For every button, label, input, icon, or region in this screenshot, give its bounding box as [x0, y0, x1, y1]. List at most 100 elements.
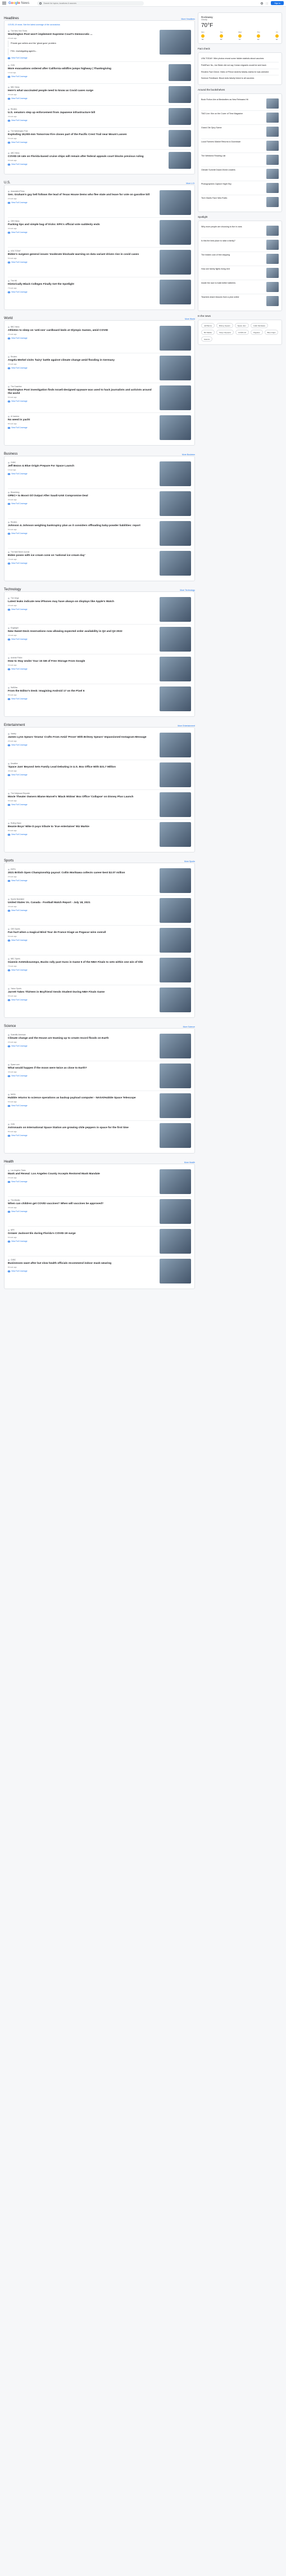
story-thumbnail[interactable]	[160, 1169, 191, 1194]
story-science[interactable]: CNN Astronauts on International Space Sta…	[8, 1121, 191, 1150]
story-thumbnail[interactable]	[160, 1093, 191, 1118]
full-coverage-link[interactable]: View Full Coverage	[8, 502, 155, 505]
around-item-text[interactable]: The Weekend Reading List	[201, 155, 264, 165]
story-thumbnail[interactable]	[160, 385, 191, 410]
story-us[interactable]: CBS News Packing tips and simple bag of t…	[8, 218, 191, 248]
full-coverage-label[interactable]: View Full Coverage	[11, 163, 28, 165]
story-headline[interactable]: Giannis Antetokounmpo, Bucks rally past …	[8, 961, 155, 964]
story-technology[interactable]: The Verge Latest leaks indicate new iPhon…	[8, 595, 191, 625]
topic-chip[interactable]: Biz Markie	[201, 330, 215, 335]
section-title-science[interactable]: Science	[4, 1025, 16, 1028]
story-headline[interactable]: 2021 British Open Championship payout: C…	[8, 872, 155, 875]
story-thumbnail[interactable]	[160, 928, 191, 953]
around-item[interactable]: Local Farmers Market Returns to Downtown	[201, 139, 279, 154]
more-technology-link[interactable]: More Technology	[180, 589, 195, 591]
story-headlines[interactable]: CNN More evacuations ordered after Califo…	[8, 62, 191, 84]
story-thumbnail[interactable]	[160, 686, 191, 711]
full-coverage-link[interactable]: View Full Coverage	[8, 427, 155, 429]
story-thumbnail[interactable]	[160, 868, 191, 893]
around-item-image[interactable]	[266, 98, 279, 109]
around-item-image[interactable]	[266, 127, 279, 137]
search-input[interactable]	[43, 2, 139, 5]
full-coverage-link[interactable]: View Full Coverage	[8, 119, 164, 122]
full-coverage-label[interactable]: View Full Coverage	[11, 744, 28, 746]
full-coverage-label[interactable]: View Full Coverage	[11, 261, 28, 263]
full-coverage-label[interactable]: View Full Coverage	[11, 833, 28, 836]
story-thumbnail[interactable]	[160, 792, 191, 817]
full-coverage-link[interactable]: View Full Coverage	[8, 1240, 155, 1242]
full-coverage-label[interactable]: View Full Coverage	[11, 532, 28, 535]
around-item-image[interactable]	[266, 113, 279, 123]
full-coverage-label[interactable]: View Full Coverage	[11, 291, 28, 293]
story-thumbnail[interactable]	[169, 64, 191, 81]
related-story[interactable]: F.B.I. investigating agent's...	[8, 48, 155, 55]
full-coverage-link[interactable]: View Full Coverage	[8, 1181, 155, 1183]
topic-chip[interactable]: Giannis	[201, 336, 213, 342]
story-headlines[interactable]: Reuters U.S. senators step up enforcement…	[8, 106, 191, 128]
full-coverage-label[interactable]: View Full Coverage	[11, 119, 28, 122]
full-coverage-label[interactable]: View Full Coverage	[11, 1134, 28, 1137]
section-title-business[interactable]: Business	[4, 452, 17, 456]
story-health[interactable]: CNBC Businesses want after but slow healt…	[8, 1256, 191, 1286]
around-item[interactable]: TMZ Live: Kim on the Cover of Time Magaz…	[201, 111, 279, 125]
menu-icon[interactable]	[2, 2, 6, 5]
story-headline[interactable]: When can children get COVID vaccines? Wh…	[8, 1202, 155, 1206]
story-science[interactable]: Scientific American Climate change and th…	[8, 1031, 191, 1061]
full-coverage-link[interactable]: View Full Coverage	[8, 1134, 155, 1137]
around-item[interactable]: Climate Summit Draws World Leaders	[201, 167, 279, 182]
story-headline[interactable]: Here's what vaccinated people need to kn…	[8, 89, 164, 93]
full-coverage-link[interactable]: View Full Coverage	[8, 1105, 155, 1107]
full-coverage-link[interactable]: View Full Coverage	[8, 939, 155, 941]
story-headline[interactable]: Hubble returns to science operations as …	[8, 1097, 155, 1100]
help-icon[interactable]	[261, 2, 264, 5]
story-thumbnail[interactable]	[160, 190, 191, 215]
more-health-link[interactable]: More Health	[184, 1161, 195, 1164]
story-headline[interactable]: Biden poses with ice cream cone on 'nati…	[8, 554, 155, 558]
story-us[interactable]: The Hill Historically Black Colleges Fina…	[8, 277, 191, 307]
full-coverage-label[interactable]: View Full Coverage	[11, 774, 28, 776]
story-headline[interactable]: Latest leaks indicate new iPhones may ha…	[8, 600, 155, 604]
story-sports[interactable]: Yahoo Sports Jarrett Takes Thirteen in Bo…	[8, 985, 191, 1015]
fact_check-item[interactable]: Science Feedback: Blood clots falsely li…	[201, 75, 279, 82]
full-coverage-link[interactable]: View Full Coverage	[8, 1045, 155, 1047]
story-headline[interactable]: New Sweet Deck reservations now allowing…	[8, 630, 155, 634]
full-coverage-label[interactable]: View Full Coverage	[11, 400, 28, 402]
story-headline[interactable]: What would happen if the moon were twice…	[8, 1067, 155, 1070]
section-title-world[interactable]: World	[4, 317, 13, 320]
full-coverage-label[interactable]: View Full Coverage	[11, 698, 28, 700]
story-sports[interactable]: ESPN 2021 British Open Championship payou…	[8, 866, 191, 896]
around-item-image[interactable]	[266, 183, 279, 194]
topic-chip[interactable]: Collin Morikawa	[250, 323, 268, 329]
topic-chip[interactable]: COVID-19	[235, 330, 249, 335]
full-coverage-link[interactable]: View Full Coverage	[8, 774, 155, 776]
full-coverage-link[interactable]: View Full Coverage	[8, 291, 155, 293]
full-coverage-label[interactable]: View Full Coverage	[11, 502, 28, 505]
story-thumbnail[interactable]	[160, 356, 191, 380]
story-thumbnail[interactable]	[160, 1123, 191, 1148]
search-box[interactable]	[37, 1, 144, 6]
story-headline[interactable]: From the Editor's Desk: Imagining Androi…	[8, 690, 155, 693]
apps-icon[interactable]	[266, 2, 269, 5]
spotlight-item-text[interactable]: Is this the best place to raise a family…	[201, 240, 264, 250]
story-headline[interactable]: U.S. senators step up enforcement from J…	[8, 111, 164, 115]
story-us[interactable]: USA TODAY Biden's surgeon general issues …	[8, 248, 191, 277]
spotlight-item[interactable]: Is this the best place to raise a family…	[201, 238, 279, 253]
story-health[interactable]: The Atlantic When can children get COVID …	[8, 1197, 191, 1227]
spotlight-item-image[interactable]	[266, 282, 279, 293]
full-coverage-link[interactable]: View Full Coverage	[8, 562, 155, 564]
full-coverage-link[interactable]: View Full Coverage	[8, 999, 155, 1001]
story-headlines[interactable]: ABC News COVID-19 rate on Florida-based c…	[8, 150, 191, 171]
around-item-image[interactable]	[266, 155, 279, 165]
full-coverage-link[interactable]: View Full Coverage	[8, 261, 155, 263]
full-coverage-label[interactable]: View Full Coverage	[11, 97, 28, 100]
full-coverage-label[interactable]: View Full Coverage	[11, 999, 28, 1001]
around-item-text[interactable]: Photographers Capture Night Sky	[201, 183, 264, 193]
covid-banner-link[interactable]: COVID-19 news: See the latest coverage o…	[8, 24, 191, 26]
spotlight-item[interactable]: How one family fights rising rent	[201, 266, 279, 281]
fact_check-item-text[interactable]: PolitiFact: No, Joe Biden did not say Cu…	[201, 64, 279, 67]
story-headline[interactable]: United States Vs. Canada - Football Matc…	[8, 901, 155, 905]
spotlight-item-image[interactable]	[266, 296, 279, 307]
story-headline[interactable]: Climate change and the House are teaming…	[8, 1037, 155, 1040]
full-coverage-label[interactable]: View Full Coverage	[11, 562, 28, 564]
story-thumbnail[interactable]	[160, 220, 191, 245]
